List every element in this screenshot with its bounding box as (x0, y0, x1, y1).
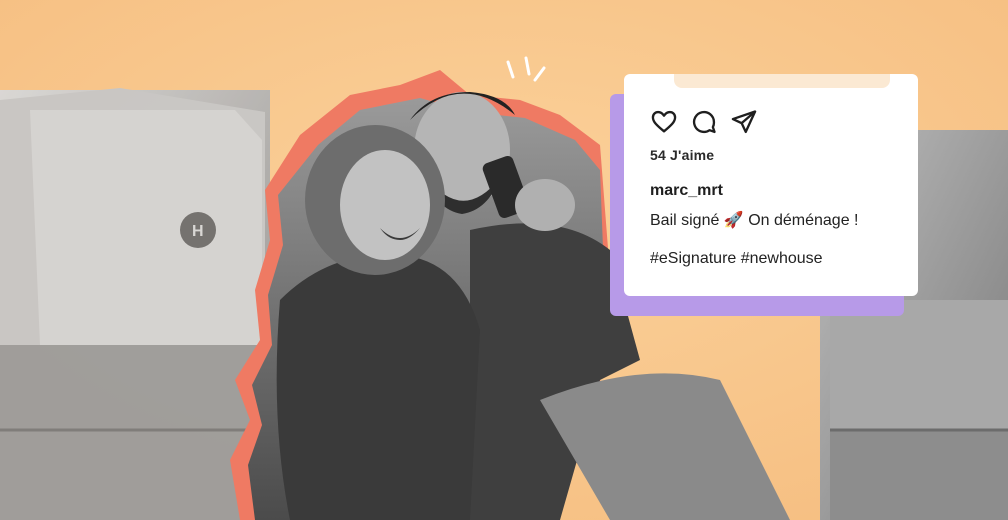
likes-count: 54 J'aime (650, 147, 715, 163)
promo-illustration: H 54 J'aime marc_mrt Bail signé 🚀 On dém… (0, 0, 1008, 520)
comment-icon[interactable] (690, 108, 718, 136)
post-hashtags[interactable]: #eSignature #newhouse (650, 250, 823, 268)
social-post-card: 54 J'aime marc_mrt Bail signé 🚀 On démén… (624, 74, 918, 296)
post-caption: Bail signé 🚀 On déménage ! (650, 212, 859, 229)
heart-icon[interactable] (650, 108, 678, 136)
card-top-strip (674, 74, 890, 88)
svg-text:H: H (192, 223, 204, 240)
post-actions (650, 108, 758, 136)
send-icon[interactable] (730, 108, 758, 136)
moving-boxes-left: H (0, 88, 270, 520)
post-username[interactable]: marc_mrt (650, 182, 723, 200)
